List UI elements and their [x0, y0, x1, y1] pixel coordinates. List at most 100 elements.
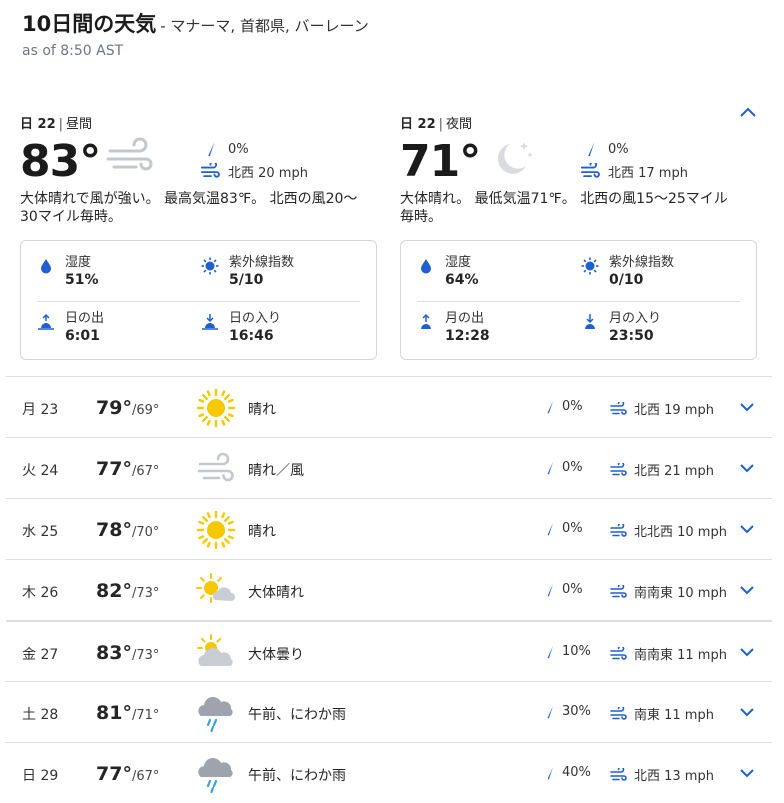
- row-wind: 南南東 11 mph: [610, 644, 727, 663]
- row-phrase: 午前、にわか雨: [248, 707, 346, 723]
- precip-icon: [208, 142, 215, 157]
- uv-label: 紫外線指数: [609, 255, 675, 270]
- details-divider: [37, 301, 360, 302]
- chevron-down-icon[interactable]: [738, 400, 756, 414]
- nighttime-description: 大体晴れ。 最低気温71℉。 北西の風15～25マイル毎時。: [400, 191, 728, 225]
- daytime-precip: 0%: [228, 141, 249, 157]
- row-wind-value: 北西 19 mph: [634, 403, 714, 418]
- row-temps: 77°/67°: [96, 458, 159, 480]
- precip-icon: [547, 522, 553, 535]
- daytime-date: 日 22: [20, 117, 56, 132]
- sunrise-label: 日の出: [65, 311, 105, 326]
- chevron-down-icon[interactable]: [738, 766, 756, 780]
- details-divider: [417, 301, 740, 302]
- row-wind: 南東 11 mph: [610, 704, 714, 723]
- row-precip: 0%: [544, 460, 583, 475]
- row-date: 金 27: [22, 647, 59, 663]
- nighttime-temperature: 71°: [400, 136, 481, 187]
- wind-small-icon: [610, 706, 627, 720]
- humidity-cell: 湿度 64%: [417, 255, 479, 289]
- row-wind: 北西 19 mph: [610, 399, 714, 418]
- wind-small-icon: [610, 523, 627, 537]
- row-high-temp: 78°: [96, 519, 132, 541]
- moonset-cell: 月の入り 23:50: [581, 311, 661, 345]
- moonrise-label: 月の出: [445, 311, 485, 326]
- uv-cell: 紫外線指数 5/10: [201, 255, 294, 289]
- chevron-down-icon[interactable]: [738, 705, 756, 719]
- showers-icon: [195, 692, 237, 734]
- row-low-temp: /73°: [131, 648, 160, 663]
- moonset-value: 23:50: [609, 328, 654, 344]
- moonset-icon: [585, 314, 595, 329]
- row-precip: 0%: [544, 521, 583, 536]
- wind-small-icon: [200, 163, 220, 178]
- page-header: 10日間の天気 - マナーマ, 首都県, バーレーン: [22, 8, 762, 38]
- forecast-row[interactable]: 火 24 77°/67° 晴れ／風 0% 北西 21 mph: [6, 437, 772, 498]
- row-high-temp: 77°: [96, 763, 132, 785]
- partly-cloudy-icon: [195, 632, 237, 674]
- nighttime-label: 日 22 | 夜間: [400, 113, 472, 132]
- row-wind-value: 南南東 11 mph: [634, 648, 727, 663]
- humidity-value: 64%: [445, 272, 479, 288]
- row-precip: 10%: [544, 644, 591, 659]
- daytime-label: 日 22 | 昼間: [20, 113, 92, 132]
- row-date: 木 26: [22, 585, 59, 601]
- nighttime-wind: 北西 17 mph: [608, 165, 688, 181]
- row-wind-value: 北西 21 mph: [634, 464, 714, 479]
- row-wind: 北西 21 mph: [610, 460, 714, 479]
- nighttime-precip: 0%: [608, 141, 629, 157]
- sunrise-icon: [38, 313, 54, 330]
- sunset-cell: 日の入り 16:46: [201, 311, 281, 345]
- row-low-temp: /67°: [131, 769, 160, 784]
- chevron-down-icon[interactable]: [738, 522, 756, 536]
- forecast-row[interactable]: 日 29 77°/67° 午前、にわか雨 40% 北西 13 mph: [6, 742, 772, 803]
- forecast-row[interactable]: 月 23 79°/69° 晴れ 0% 北西 19 mph: [6, 376, 772, 437]
- row-wind-value: 北西 13 mph: [634, 769, 714, 784]
- uv-sun-icon: [581, 257, 599, 275]
- daytime-details-card: 湿度 51% 紫外線指数 5/10 日の出 6:01 日の入り 16:46: [20, 240, 377, 360]
- row-temps: 79°/69°: [96, 397, 159, 419]
- forecast-row[interactable]: 水 25 78°/70° 晴れ 0% 北北西 10 mph: [6, 498, 772, 559]
- row-phrase: 大体曇り: [248, 647, 304, 663]
- sun-icon: [195, 509, 237, 551]
- row-precip-value: 0%: [562, 582, 583, 597]
- row-phrase: 晴れ: [248, 524, 276, 540]
- row-wind: 北北西 10 mph: [610, 521, 727, 540]
- forecast-row[interactable]: 土 28 81°/71° 午前、にわか雨 30% 南東 11 mph: [6, 681, 772, 742]
- wind-icon: [195, 448, 237, 490]
- as-of-timestamp: as of 8:50 AST: [22, 43, 124, 59]
- uv-value: 5/10: [229, 272, 264, 288]
- daytime-description: 大体晴れで風が強い。 最高気温83℉。 北西の風20～30マイル毎時。: [20, 191, 358, 225]
- row-precip: 30%: [544, 704, 591, 719]
- row-wind-value: 南東 11 mph: [634, 708, 714, 723]
- chevron-up-icon[interactable]: [738, 104, 758, 120]
- chevron-down-icon[interactable]: [738, 583, 756, 597]
- row-low-temp: /69°: [131, 403, 160, 418]
- row-phrase: 大体晴れ: [248, 585, 304, 601]
- chevron-down-icon[interactable]: [738, 461, 756, 475]
- precip-icon: [547, 461, 553, 474]
- row-precip: 0%: [544, 582, 583, 597]
- row-low-temp: /71°: [131, 708, 160, 723]
- forecast-row[interactable]: 木 26 82°/73° 大体晴れ 0% 南南東 10 mph: [6, 559, 772, 620]
- page-title: 10日間の天気: [22, 12, 157, 36]
- humidity-cell: 湿度 51%: [37, 255, 99, 289]
- showers-icon: [195, 753, 237, 795]
- humidity-label: 湿度: [445, 255, 472, 270]
- moonset-label: 月の入り: [609, 311, 662, 326]
- moon-stars-icon: [497, 142, 533, 174]
- chevron-down-icon[interactable]: [738, 645, 756, 659]
- wind-small-icon: [610, 401, 627, 415]
- wind-icon: [106, 137, 153, 171]
- row-precip-value: 0%: [562, 521, 583, 536]
- precip-icon: [547, 705, 553, 718]
- wind-small-icon: [610, 462, 627, 476]
- wind-small-icon: [580, 163, 600, 178]
- row-temps: 77°/67°: [96, 763, 159, 785]
- row-temps: 83°/73°: [96, 642, 159, 664]
- forecast-row[interactable]: 金 27 83°/73° 大体曇り 10% 南南東 11 mph: [6, 620, 772, 681]
- row-wind-value: 北北西 10 mph: [634, 525, 727, 540]
- sunset-label: 日の入り: [229, 311, 282, 326]
- row-precip-value: 0%: [562, 460, 583, 475]
- row-wind: 南南東 10 mph: [610, 582, 727, 601]
